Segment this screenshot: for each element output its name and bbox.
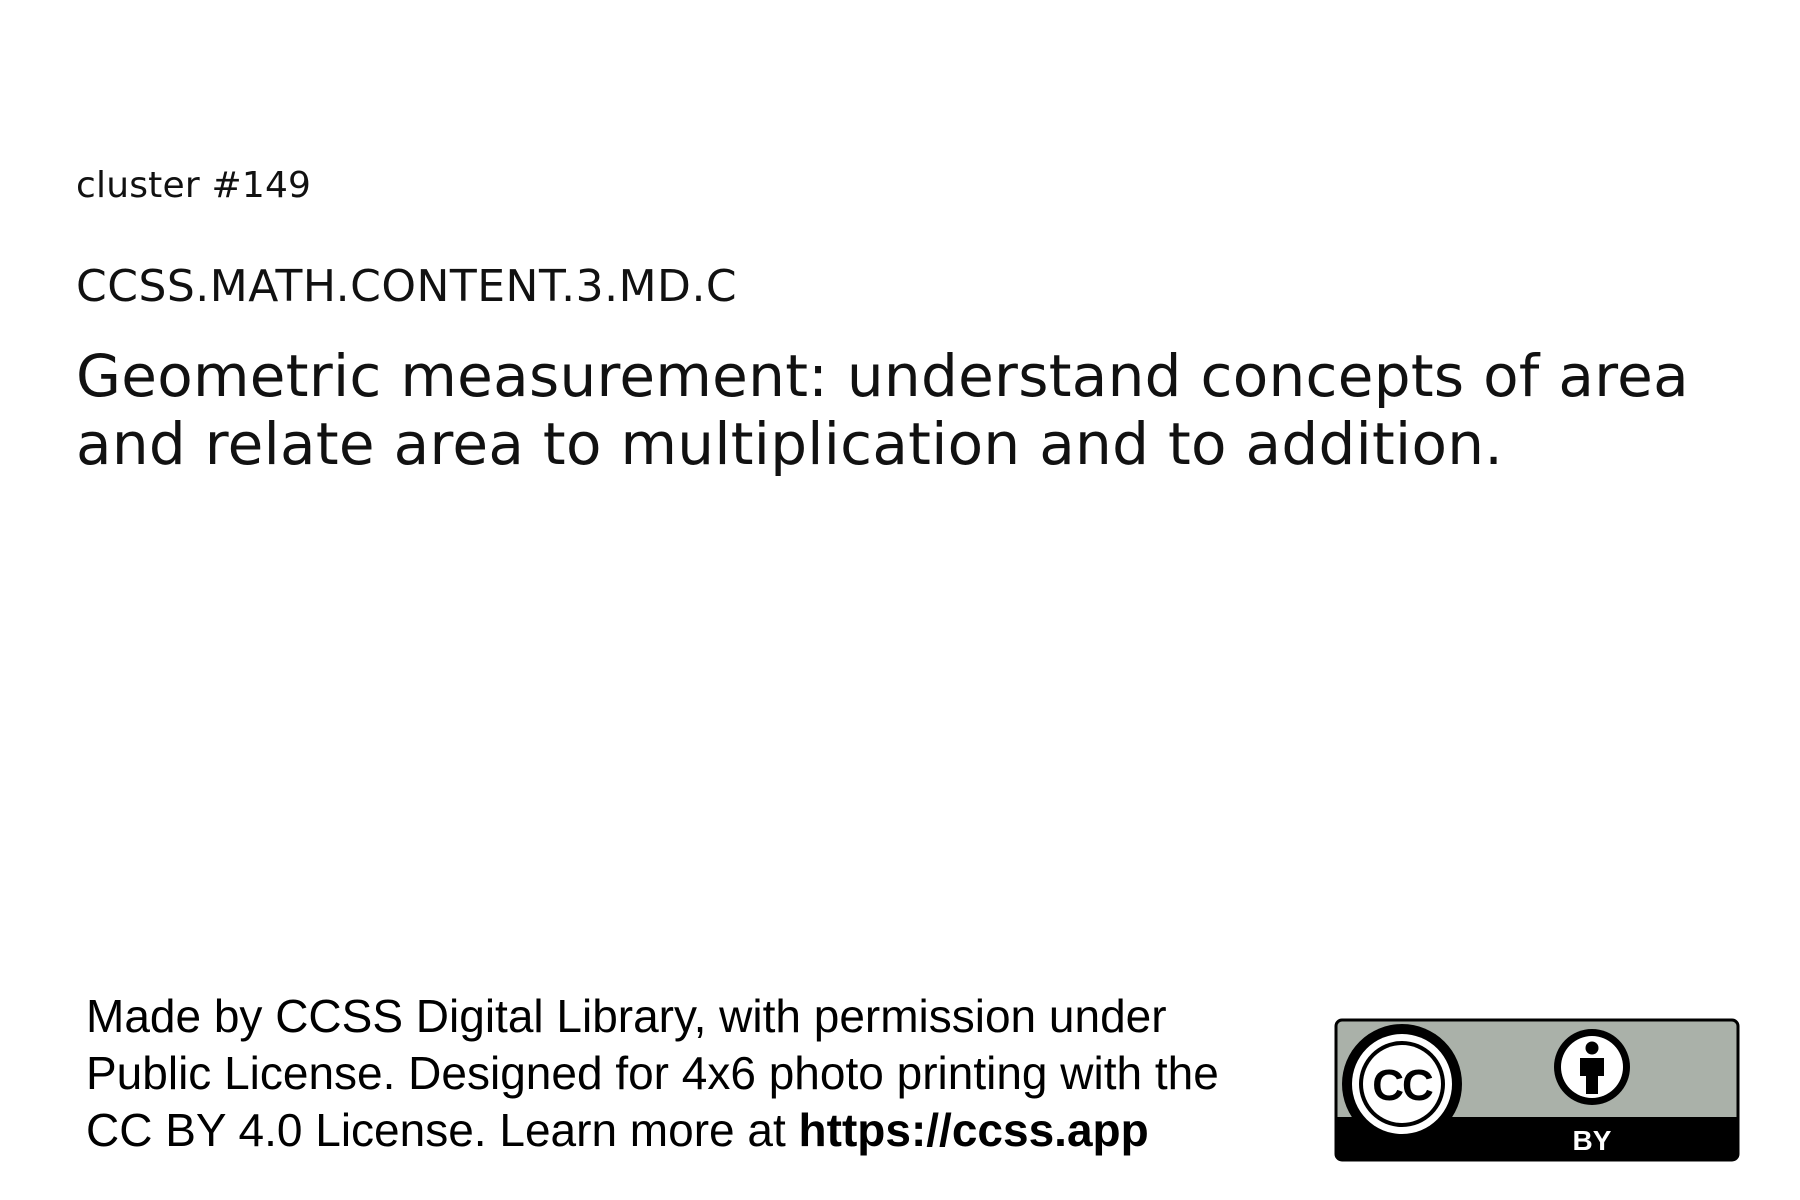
cluster-number: cluster #149: [76, 165, 312, 206]
attribution-text: Made by CCSS Digital Library, with permi…: [86, 988, 1336, 1159]
attribution-line-2: Public License. Designed for 4x6 photo p…: [86, 1047, 1219, 1099]
by-label: BY: [1573, 1125, 1612, 1156]
attribution-line-3: CC BY 4.0 License. Learn more at https:/…: [86, 1102, 1336, 1159]
cluster-title: Geometric measurement: understand concep…: [76, 342, 1689, 478]
attribution-line-3-prefix: CC BY 4.0 License. Learn more at: [86, 1104, 799, 1156]
attribution-person-icon: [1554, 1029, 1630, 1105]
attribution-line-1: Made by CCSS Digital Library, with permi…: [86, 990, 1167, 1042]
cc-icon-text: CC: [1372, 1061, 1433, 1110]
standard-code: CCSS.MATH.CONTENT.3.MD.C: [76, 261, 738, 312]
cc-icon: CC: [1342, 1024, 1462, 1144]
website-link[interactable]: https://ccss.app: [799, 1104, 1149, 1156]
cc-by-license-badge: CC BY: [1334, 1018, 1740, 1162]
